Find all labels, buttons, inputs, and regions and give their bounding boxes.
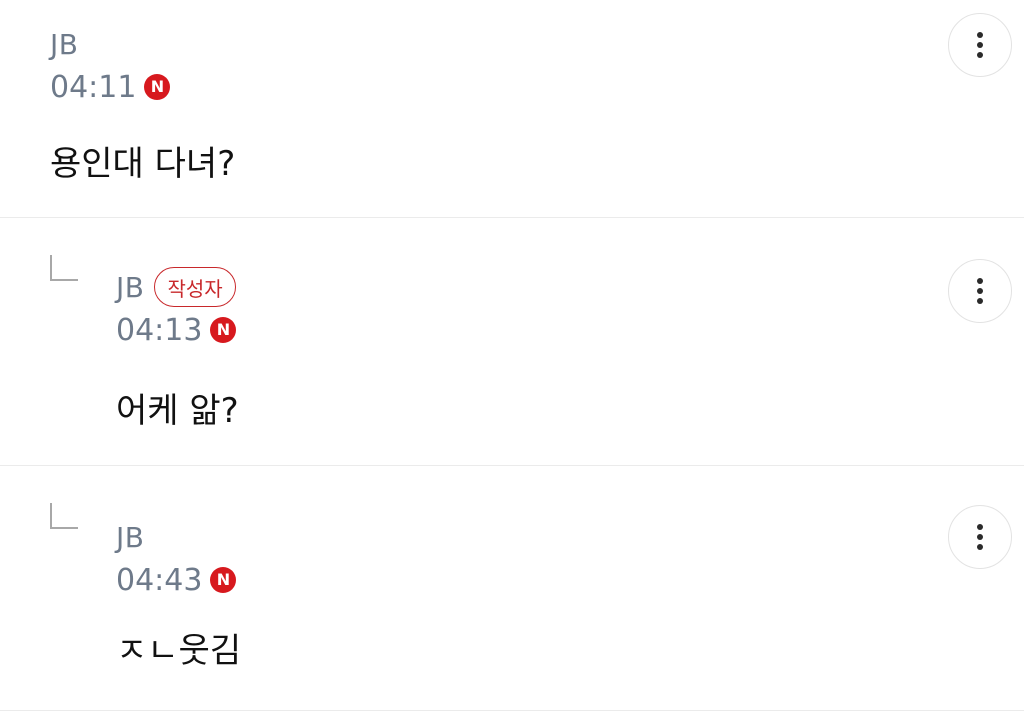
new-badge-icon: N [210,567,237,593]
reply-comment-item: JB 04:43 N ㅈㄴ웃김 [0,467,1024,711]
writer-badge: 작성자 [154,267,236,307]
reply-arrow-icon [50,503,78,529]
comment-meta: JB 작성자 04:13 N [116,267,237,349]
more-vertical-icon [977,278,983,304]
author-row: JB [50,24,170,64]
author-row: JB 작성자 [116,267,236,307]
more-options-button[interactable] [948,505,1012,569]
comment-time: 04:43 [116,562,203,598]
new-badge-icon: N [144,74,171,100]
comment-list: JB 04:11 N 용인대 다녀? JB 작성자 04:13 N 어케 앎? … [0,0,1024,727]
author-row: JB [116,517,236,557]
comment-text: ㅈㄴ웃김 [116,631,242,671]
more-vertical-icon [977,524,983,550]
comment-time: 04:11 [50,69,137,105]
comment-meta: JB 04:11 N [50,24,171,106]
new-badge-icon: N [210,317,237,343]
comment-author[interactable]: JB [116,271,144,304]
time-row: 04:43 N [116,561,237,599]
comment-author[interactable]: JB [50,28,78,61]
comment-text: 어케 앎? [116,391,239,431]
reply-arrow-icon [50,255,78,281]
comment-author[interactable]: JB [116,521,144,554]
comment-time: 04:13 [116,312,203,348]
time-row: 04:13 N [116,311,237,349]
reply-comment-item: JB 작성자 04:13 N 어케 앎? [0,219,1024,466]
comment-meta: JB 04:43 N [116,517,237,599]
more-vertical-icon [977,32,983,58]
comment-item: JB 04:11 N 용인대 다녀? [0,0,1024,218]
comment-text: 용인대 다녀? [50,144,236,184]
more-options-button[interactable] [948,259,1012,323]
time-row: 04:11 N [50,68,171,106]
more-options-button[interactable] [948,13,1012,77]
